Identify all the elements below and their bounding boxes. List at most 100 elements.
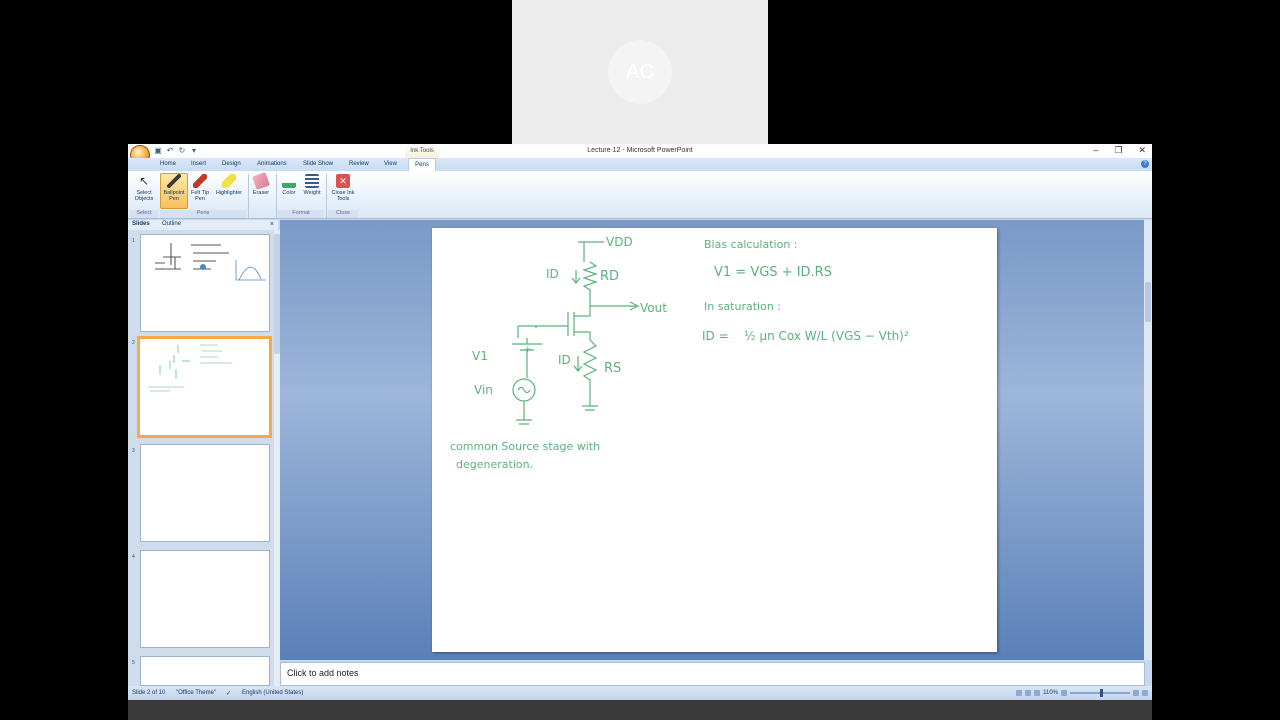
quick-access-toolbar: ▣ ↶ ↻ ▾ [154, 146, 198, 156]
zoom-slider[interactable] [1070, 689, 1130, 697]
taskbar-strip [128, 700, 1152, 720]
slide-canvas[interactable]: VDD ID RD Vout V1 + Vin ID RS common Sou… [432, 228, 997, 652]
pen-color-icon [282, 174, 296, 188]
slide-thumbnail-5[interactable] [140, 656, 270, 686]
eraser-icon [252, 172, 270, 190]
ballpoint-pen-icon [167, 174, 181, 188]
window-controls: – ❐ ✕ [1093, 145, 1146, 156]
slide-thumbnail-2-selected[interactable] [137, 336, 272, 438]
slide-sorter-icon[interactable] [1025, 690, 1032, 696]
group-close-label: Close [328, 210, 358, 218]
minimize-icon[interactable]: – [1093, 145, 1098, 156]
tab-slides[interactable]: Slides [132, 221, 150, 227]
webcam-panel: AC [512, 0, 768, 144]
caption-line-1: common Source stage with [450, 440, 600, 453]
select-objects-button[interactable]: ↖ Select Objects [132, 174, 156, 202]
close-red-x-icon: ✕ [336, 174, 350, 188]
slide-thumbnail-4[interactable] [140, 550, 270, 648]
weight-button[interactable]: Weight [300, 174, 324, 196]
tab-pens[interactable]: Pens [408, 158, 436, 171]
slide-number: 5 [132, 660, 135, 666]
felt-tip-pen-icon [193, 174, 207, 188]
saturation-title: In saturation : [704, 300, 781, 313]
tab-design[interactable]: Design [222, 161, 241, 167]
caption-line-2: degeneration. [456, 458, 533, 471]
slide-thumbnail-3[interactable] [140, 444, 270, 542]
tab-insert[interactable]: Insert [191, 161, 206, 167]
tab-outline[interactable]: Outline [162, 221, 181, 227]
felt-tip-pen-button[interactable]: Felt Tip Pen [188, 174, 212, 202]
title-bar: Lecture 12 - Microsoft PowerPoint Ink To… [128, 144, 1152, 158]
color-button[interactable]: Color [278, 174, 300, 196]
close-pane-icon[interactable]: × [270, 221, 274, 228]
tab-home[interactable]: Home [160, 161, 176, 167]
highlighter-button[interactable]: Highlighter [212, 174, 246, 196]
slide-show-icon[interactable] [1034, 690, 1041, 696]
theme-name: "Office Theme" [176, 690, 217, 696]
vdd-label: VDD [606, 235, 633, 249]
cursor-arrow-icon: ↖ [138, 174, 150, 188]
slides-pane: Slides Outline × 1 2 3 4 5 [128, 220, 280, 686]
close-icon[interactable]: ✕ [1138, 145, 1146, 156]
status-bar: Slide 2 of 10 "Office Theme" ✓ English (… [128, 686, 1152, 700]
language[interactable]: English (United States) [242, 690, 303, 696]
id-top-label: ID [546, 267, 559, 281]
notes-pane[interactable]: Click to add notes [280, 662, 1145, 686]
svg-text:+: + [524, 345, 532, 355]
redo-icon[interactable]: ↻ [178, 147, 186, 155]
rd-label: RD [600, 269, 619, 284]
zoom-in-icon[interactable] [1133, 690, 1139, 696]
slide-number: 2 [132, 340, 135, 346]
id-bottom-label: ID [558, 353, 571, 367]
ballpoint-pen-button[interactable]: Ballpoint Pen [160, 174, 188, 202]
slide-count: Slide 2 of 10 [132, 690, 166, 696]
highlighter-icon [222, 174, 236, 188]
saturation-eq-rhs: ½ μn Cox W/L (VGS − Vth)² [744, 329, 909, 343]
ink-tools-context-label: Ink Tools [405, 144, 439, 158]
bias-title: Bias calculation : [704, 238, 798, 251]
group-select-label: Select [130, 210, 158, 218]
slide-number: 3 [132, 448, 135, 454]
pane-tabs: Slides Outline × [128, 220, 278, 230]
avatar: AC [608, 40, 672, 104]
saturation-eq-lhs: ID = [702, 329, 729, 343]
tab-slide-show[interactable]: Slide Show [303, 161, 333, 167]
ribbon-divider [248, 174, 249, 218]
ribbon-tabs: Home Insert Design Animations Slide Show… [128, 158, 1152, 171]
rs-label: RS [604, 361, 621, 376]
ribbon-divider [276, 174, 277, 218]
zoom-out-icon[interactable] [1061, 690, 1067, 696]
vout-label: Vout [640, 301, 667, 315]
customize-icon[interactable]: ▾ [190, 147, 198, 155]
bias-equation: V1 = VGS + ID.RS [714, 265, 832, 280]
slide-editing-area: VDD ID RD Vout V1 + Vin ID RS common Sou… [280, 220, 1152, 660]
spellcheck-icon[interactable]: ✓ [226, 690, 231, 697]
slide-number: 4 [132, 554, 135, 560]
notes-placeholder: Click to add notes [287, 668, 359, 678]
normal-view-icon[interactable] [1016, 690, 1023, 696]
help-icon[interactable]: ? [1141, 160, 1149, 168]
save-icon[interactable]: ▣ [154, 147, 162, 155]
tab-animations[interactable]: Animations [257, 161, 287, 167]
group-pens-label: Pens [160, 210, 246, 218]
v1-label: V1 [472, 349, 488, 363]
eraser-button[interactable]: Eraser [250, 172, 272, 196]
ribbon-divider [326, 174, 327, 218]
zoom-level[interactable]: 110% [1043, 690, 1058, 696]
slide-number: 1 [132, 238, 135, 244]
fit-slide-icon[interactable] [1142, 690, 1148, 696]
ink-drawing: VDD ID RD Vout V1 + Vin ID RS common Sou… [450, 235, 909, 471]
restore-icon[interactable]: ❐ [1114, 145, 1122, 156]
zoom-controls: 110% [1016, 689, 1148, 697]
tab-view[interactable]: View [384, 161, 397, 167]
tab-review[interactable]: Review [349, 161, 369, 167]
undo-icon[interactable]: ↶ [166, 147, 174, 155]
ribbon: ↖ Select Objects Ballpoint Pen Felt Tip … [128, 171, 1152, 219]
vin-label: Vin [474, 383, 493, 397]
slide-thumbnail-1[interactable] [140, 234, 270, 332]
line-weight-icon [305, 174, 319, 188]
slide-scrollbar[interactable] [1144, 220, 1152, 660]
close-ink-tools-button[interactable]: ✕ Close Ink Tools [328, 174, 358, 202]
group-format-label: Format [278, 210, 324, 218]
window-title: Lecture 12 - Microsoft PowerPoint [587, 147, 693, 154]
